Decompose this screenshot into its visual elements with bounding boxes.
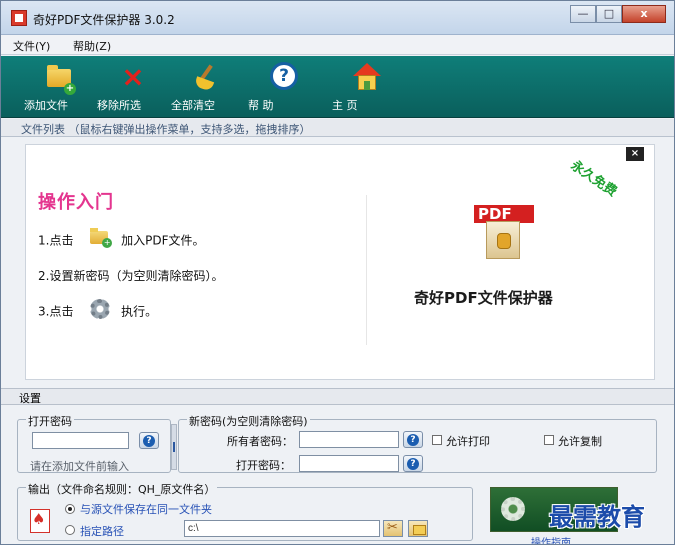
lock-icon [497,233,511,249]
close-button[interactable]: x [622,5,666,23]
title-bar[interactable]: 奇好PDF文件保护器 3.0.2 — □ x [1,1,674,35]
owner-password-help-icon[interactable] [403,431,423,448]
file-list-header: 文件列表 （鼠标右键弹出操作菜单，支持多选，拖拽排序） [1,119,674,137]
help-label: 帮 助 [248,99,274,112]
open-password-hint: 请在添加文件前输入 [30,460,129,473]
broom-icon [191,62,221,92]
clear-all-button[interactable]: 全部清空 [171,60,241,114]
gear-icon [501,497,525,521]
step-three-text: 执行。 [121,304,158,319]
toolbar: + 添加文件 × 移除所选 全部清空 ? 帮 助 主 页 [1,56,674,118]
operation-guide-link[interactable]: 操作指南 [531,534,571,544]
gear-icon [87,297,111,319]
panel-close-button[interactable]: × [626,147,644,161]
open-password-legend: 打开密码 [26,413,74,429]
same-folder-label: 与源文件保存在同一文件夹 [80,503,212,516]
minimize-button[interactable]: — [570,5,596,23]
step-one-prefix: 1.点击 [38,233,74,248]
remove-selected-label: 移除所选 [97,99,141,112]
browse-folder-button[interactable] [408,520,428,537]
menu-bar: 文件(Y) 帮助(Z) [1,35,674,55]
output-legend: 输出（文件命名规则：QH_原文件名） [26,481,218,497]
settings-splitter[interactable] [171,424,177,470]
add-folder-icon: + [87,226,113,248]
add-file-label: 添加文件 [24,99,68,112]
pdf-output-icon [29,509,51,533]
free-stamp: 永久免费 [567,158,620,200]
step-one: 1.点击 + 加入PDF文件。 [38,228,205,251]
folder-plus-icon: + [44,62,76,95]
getting-started-title: 操作入门 [38,192,114,213]
question-icon: ? [268,62,298,92]
app-icon [11,10,27,26]
same-folder-radio[interactable] [65,504,75,514]
allow-print-label: 允许打印 [446,435,490,448]
red-x-icon: × [121,60,145,93]
new-open-password-help-icon[interactable] [403,455,423,472]
window-title: 奇好PDF文件保护器 3.0.2 [33,13,175,27]
specified-path-radio[interactable] [65,525,75,535]
step-three: 3.点击 执行。 [38,299,158,322]
new-password-legend: 新密码(为空则清除密码) [187,413,310,429]
new-open-password-label: 打开密码： [236,459,291,472]
menu-file[interactable]: 文件(Y) [13,38,50,54]
allow-copy-checkbox[interactable] [544,435,554,445]
add-file-button[interactable]: + 添加文件 [24,60,94,114]
owner-password-input[interactable] [299,431,399,448]
help-button[interactable]: ? 帮 助 [248,60,318,114]
open-password-group: 打开密码 请在添加文件前输入 [17,413,171,473]
remove-selected-button[interactable]: × 移除所选 [97,60,167,114]
getting-started-panel: × 操作入门 1.点击 + 加入PDF文件。 2.设置新密码（为空则清除密码）。… [25,144,655,380]
app-window: 奇好PDF文件保护器 3.0.2 — □ x 文件(Y) 帮助(Z) + 添加文… [0,0,675,545]
window-controls: — □ x [570,5,666,23]
open-password-help-icon[interactable] [139,432,159,449]
home-button[interactable]: 主 页 [332,60,402,114]
maximize-button[interactable]: □ [596,5,622,23]
menu-help[interactable]: 帮助(Z) [73,38,111,54]
step-one-text: 加入PDF文件。 [121,233,205,248]
step-two: 2.设置新密码（为空则清除密码）。 [38,269,224,283]
allow-print-checkbox[interactable] [432,435,442,445]
clear-all-label: 全部清空 [171,99,215,112]
document-icon [486,221,520,259]
step-three-prefix: 3.点击 [38,304,74,319]
watermark-text: 最需教育 [549,502,645,531]
open-password-input[interactable] [32,432,129,449]
house-icon [352,62,382,92]
new-password-group: 新密码(为空则清除密码) 所有者密码： 允许打印 允许复制 打开密码： [178,413,657,473]
specified-path-label: 指定路径 [80,525,124,538]
new-open-password-input[interactable] [299,455,399,472]
output-path-input[interactable] [184,520,380,537]
output-group: 输出（文件命名规则：QH_原文件名） 与源文件保存在同一文件夹 指定路径 [17,481,473,541]
allow-copy-label: 允许复制 [558,435,602,448]
product-name: 奇好PDF文件保护器 [414,289,553,307]
panel-divider [366,195,367,345]
settings-header: 设置 [1,388,674,405]
owner-password-label: 所有者密码： [227,435,293,448]
pdf-lock-logo: PDF [474,197,540,267]
home-label: 主 页 [332,99,358,112]
path-edit-button[interactable] [383,520,403,537]
